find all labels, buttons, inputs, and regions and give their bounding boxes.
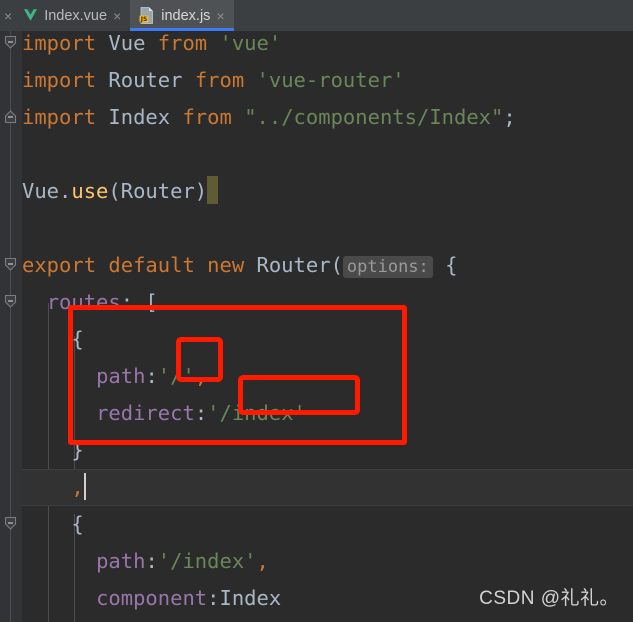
code-token: import (22, 68, 97, 92)
line-route2-close[interactable]: } (22, 617, 633, 622)
code-token: import (22, 31, 97, 55)
code-token: ( (330, 253, 343, 277)
code-token: : (145, 364, 158, 388)
code-token: { (445, 253, 458, 277)
code-token: '/index' (157, 549, 257, 573)
line-vue-use[interactable]: Vue.use(Router) (22, 173, 633, 210)
code-token: export default new (22, 253, 257, 277)
code-token: 'vue-router' (256, 68, 405, 92)
line-blank-2[interactable] (22, 210, 633, 247)
fold-collapse-icon[interactable] (3, 35, 18, 50)
javascript-file-icon: JS (139, 7, 155, 24)
code-token: redirect (96, 401, 195, 425)
code-token: routes (46, 290, 121, 314)
code-token: 'vue' (219, 31, 282, 55)
code-token: (Router) (108, 179, 208, 203)
code-token: from (157, 31, 208, 55)
code-token: : (194, 401, 208, 425)
code-token: Index (219, 586, 282, 610)
vue-logo-icon (23, 9, 38, 22)
code-token: Vue (22, 179, 60, 203)
line-routes[interactable]: routes: [ (22, 284, 633, 321)
parameter-hint: options: (342, 256, 433, 278)
selection-block (207, 176, 219, 204)
close-icon[interactable]: × (216, 9, 224, 23)
close-icon[interactable]: × (113, 9, 121, 23)
line-route1-close[interactable]: } (22, 432, 633, 469)
code-token: path (96, 549, 146, 573)
line-import-vue[interactable]: import Vue from 'vue' (22, 31, 633, 62)
tab-label-index-vue: Index.vue (44, 7, 108, 24)
text-caret (83, 473, 86, 500)
code-token: path (96, 364, 146, 388)
line-import-index[interactable]: import Index from "../components/Index"; (22, 99, 633, 136)
code-token: component (96, 586, 208, 610)
code-token: '/' (157, 364, 195, 388)
fold-collapse-icon[interactable] (3, 516, 18, 531)
code-token: ; (503, 105, 516, 129)
code-token: from (194, 68, 245, 92)
code-token: use (71, 179, 109, 203)
code-token: '/index' (207, 401, 306, 425)
watermark: CSDN @礼礼。 (479, 588, 619, 609)
svg-text:JS: JS (140, 16, 148, 23)
code-token: , (194, 364, 208, 388)
code-token: Router (256, 253, 331, 277)
tab-index-js[interactable]: JS index.js × (130, 0, 234, 31)
code-token: from (182, 105, 232, 129)
line-import-router[interactable]: import Router from 'vue-router' (22, 62, 633, 99)
code-token: Router (96, 68, 195, 92)
tab-label-index-js: index.js (161, 7, 211, 24)
code-token: : [ (120, 290, 158, 314)
tab-index-vue[interactable]: Index.vue × (14, 0, 130, 31)
line-route1-redirect[interactable]: redirect:'/index' (22, 395, 633, 432)
ide-window: × Index.vue × JS index.js × import Vue f… (0, 0, 633, 622)
editor-tabbar: × Index.vue × JS index.js × (0, 0, 633, 31)
code-token: . (59, 179, 72, 203)
editor-gutter[interactable] (0, 31, 22, 622)
code-token: "../components/Index" (244, 105, 504, 129)
code-token: , (256, 549, 269, 573)
line-blank-1[interactable] (22, 136, 633, 173)
code-token: } (22, 438, 84, 462)
code-token: : (207, 586, 220, 610)
line-route2-open[interactable]: { (22, 506, 633, 543)
line-export-default[interactable]: export default new Router(options: { (22, 247, 633, 284)
code-token: Vue (96, 31, 158, 55)
close-icon[interactable]: × (4, 9, 12, 23)
code-token: { (22, 327, 84, 351)
line-route1-path[interactable]: path:'/', (22, 358, 633, 395)
code-token: , (71, 475, 84, 499)
code-token: { (22, 512, 84, 536)
code-content[interactable]: import Vue from 'vue' import Router from … (22, 31, 633, 622)
tab-partial-left[interactable]: × (0, 0, 14, 31)
fold-collapse-icon[interactable] (3, 257, 18, 272)
code-editor[interactable]: import Vue from 'vue' import Router from … (0, 31, 633, 622)
code-token: Index (96, 105, 183, 129)
fold-collapse-icon[interactable] (3, 294, 18, 309)
line-route1-open[interactable]: { (22, 321, 633, 358)
fold-end-icon[interactable] (3, 109, 18, 124)
code-token: import (22, 105, 97, 129)
line-comma-caret[interactable]: , (22, 469, 633, 506)
code-token: : (145, 549, 158, 573)
line-route2-path[interactable]: path:'/index', (22, 543, 633, 580)
